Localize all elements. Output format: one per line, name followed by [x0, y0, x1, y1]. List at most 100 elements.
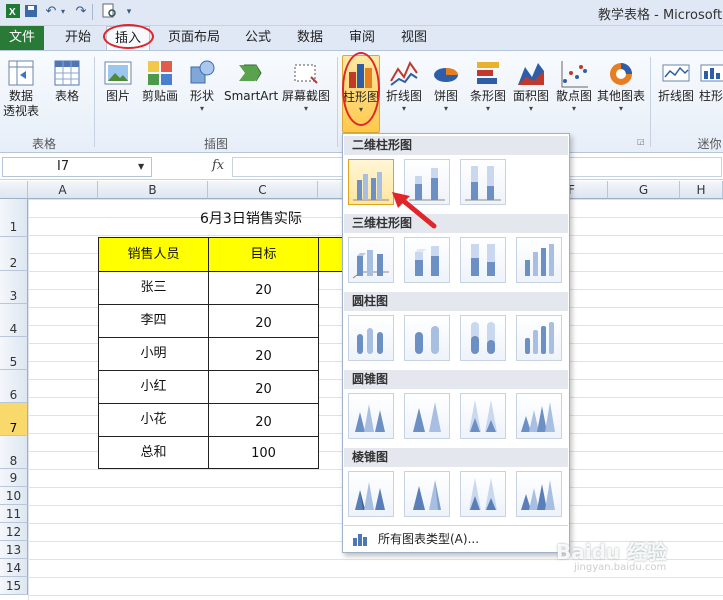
sparkline-line-button[interactable]: 折线图: [655, 55, 697, 133]
3d-cone-icon: [521, 402, 555, 432]
row-header-9[interactable]: 9: [0, 469, 28, 487]
redo-icon[interactable]: ↷: [72, 3, 90, 21]
row-header-15[interactable]: 15: [0, 577, 28, 595]
area-chart-button[interactable]: 面积图 ▾: [510, 55, 552, 133]
3d-stacked-column-option[interactable]: [404, 237, 450, 283]
column-header-c[interactable]: C: [208, 181, 318, 199]
row-header-13[interactable]: 13: [0, 541, 28, 559]
screenshot-dropdown-icon: ▾: [303, 104, 308, 113]
3d-stacked-column-icon: [415, 246, 439, 276]
table-button[interactable]: 表格: [48, 55, 86, 133]
100-stacked-cylinder-option[interactable]: [460, 315, 506, 361]
table-cell-target[interactable]: 20: [208, 337, 319, 371]
dialog-launcher-icon[interactable]: ◲: [637, 137, 645, 146]
screenshot-button[interactable]: 屏幕截图 ▾: [280, 55, 332, 133]
name-box[interactable]: I7: [2, 157, 152, 177]
3d-cone-option[interactable]: [516, 393, 562, 439]
tab-file[interactable]: 文件: [0, 26, 44, 50]
3d-pyramid-option[interactable]: [516, 471, 562, 517]
tab-review[interactable]: 审阅: [340, 26, 384, 50]
table-cell-target[interactable]: 100: [208, 436, 319, 469]
100-stacked-column-option[interactable]: [460, 159, 506, 205]
group-separator: [94, 57, 95, 147]
sparkline-column-button[interactable]: 柱形: [699, 55, 723, 133]
group-separator: [337, 57, 338, 147]
clustered-cone-option[interactable]: [348, 393, 394, 439]
clipart-label: 剪贴画: [141, 89, 178, 103]
name-box-dropdown-icon[interactable]: ▼: [138, 162, 144, 171]
print-preview-icon[interactable]: [100, 3, 118, 21]
scatter-chart-icon: [561, 61, 588, 88]
3d-clustered-column-option[interactable]: [348, 237, 394, 283]
scatter-chart-label: 散点图: [555, 89, 592, 103]
clustered-cylinder-option[interactable]: [348, 315, 394, 361]
column-header-a[interactable]: A: [28, 181, 98, 199]
shapes-label: 形状: [189, 89, 214, 103]
row-header-6[interactable]: 6: [0, 370, 28, 403]
row-header-10[interactable]: 10: [0, 487, 28, 505]
column-header-g[interactable]: G: [608, 181, 680, 199]
3d-100-stacked-column-option[interactable]: [460, 237, 506, 283]
3d-column-icon: [525, 244, 554, 276]
table-cell-name[interactable]: 小花: [98, 403, 209, 437]
row-header-12[interactable]: 12: [0, 523, 28, 541]
smartart-button[interactable]: SmartArt: [224, 55, 278, 133]
tab-formulas[interactable]: 公式: [236, 26, 280, 50]
stacked-cone-icon: [413, 402, 441, 432]
pivot-table-button[interactable]: 数据 透视表: [2, 55, 40, 133]
clipart-button[interactable]: 剪贴画: [140, 55, 180, 133]
100-stacked-pyramid-option[interactable]: [460, 471, 506, 517]
bar-chart-label: 条形图: [469, 89, 506, 103]
column-header-b[interactable]: B: [98, 181, 208, 199]
other-charts-button[interactable]: 其他图表 ▾: [596, 55, 646, 133]
table-cell-target[interactable]: 20: [208, 271, 319, 305]
save-icon[interactable]: [22, 3, 40, 21]
sheet-title-cell[interactable]: 6月3日销售实际: [200, 208, 302, 228]
stacked-cylinder-icon: [415, 326, 439, 354]
table-cell-name[interactable]: 小红: [98, 370, 209, 404]
100-stacked-cone-option[interactable]: [460, 393, 506, 439]
bar-chart-button[interactable]: 条形图 ▾: [468, 55, 508, 133]
row-header-5[interactable]: 5: [0, 337, 28, 370]
line-chart-button[interactable]: 折线图 ▾: [384, 55, 424, 133]
table-cell-name[interactable]: 小明: [98, 337, 209, 371]
tab-page-layout[interactable]: 页面布局: [162, 26, 226, 50]
select-all-corner[interactable]: [0, 181, 28, 199]
clustered-pyramid-option[interactable]: [348, 471, 394, 517]
header-cell-target[interactable]: 目标: [208, 237, 319, 272]
stacked-cylinder-option[interactable]: [404, 315, 450, 361]
customize-qa-icon[interactable]: ▾: [120, 3, 138, 21]
table-cell-name[interactable]: 张三: [98, 271, 209, 305]
pie-chart-button[interactable]: 饼图 ▾: [428, 55, 464, 133]
shapes-button[interactable]: 形状 ▾: [184, 55, 220, 133]
row-header-4[interactable]: 4: [0, 304, 28, 337]
tab-home[interactable]: 开始: [56, 26, 100, 50]
undo-dropdown-icon[interactable]: ▾: [58, 3, 68, 21]
picture-button[interactable]: 图片: [100, 55, 136, 133]
tab-data[interactable]: 数据: [288, 26, 332, 50]
3d-column-option[interactable]: [516, 237, 562, 283]
row-header-8[interactable]: 8: [0, 436, 28, 469]
row-header-3[interactable]: 3: [0, 271, 28, 304]
scatter-chart-button[interactable]: 散点图 ▾: [554, 55, 594, 133]
all-chart-types-button[interactable]: 所有图表类型(A)...: [344, 525, 568, 551]
column-header-h[interactable]: H: [680, 181, 723, 199]
insert-function-icon[interactable]: fx: [212, 158, 224, 173]
table-cell-target[interactable]: 20: [208, 370, 319, 404]
scatter-chart-dropdown-icon: ▾: [571, 104, 576, 113]
table-cell-name[interactable]: 李四: [98, 304, 209, 338]
header-cell-salesperson[interactable]: 销售人员: [98, 237, 209, 272]
3d-cylinder-option[interactable]: [516, 315, 562, 361]
table-cell-name[interactable]: 总和: [98, 436, 209, 469]
stacked-cone-option[interactable]: [404, 393, 450, 439]
row-header-1[interactable]: 1: [0, 199, 28, 237]
row-header-7[interactable]: 7: [0, 403, 28, 436]
row-header-14[interactable]: 14: [0, 559, 28, 577]
table-cell-target[interactable]: 20: [208, 304, 319, 338]
row-header-11[interactable]: 11: [0, 505, 28, 523]
stacked-pyramid-option[interactable]: [404, 471, 450, 517]
table-cell-target[interactable]: 20: [208, 403, 319, 437]
tab-view[interactable]: 视图: [392, 26, 436, 50]
row-header-2[interactable]: 2: [0, 237, 28, 271]
clustered-column-option[interactable]: [348, 159, 394, 205]
